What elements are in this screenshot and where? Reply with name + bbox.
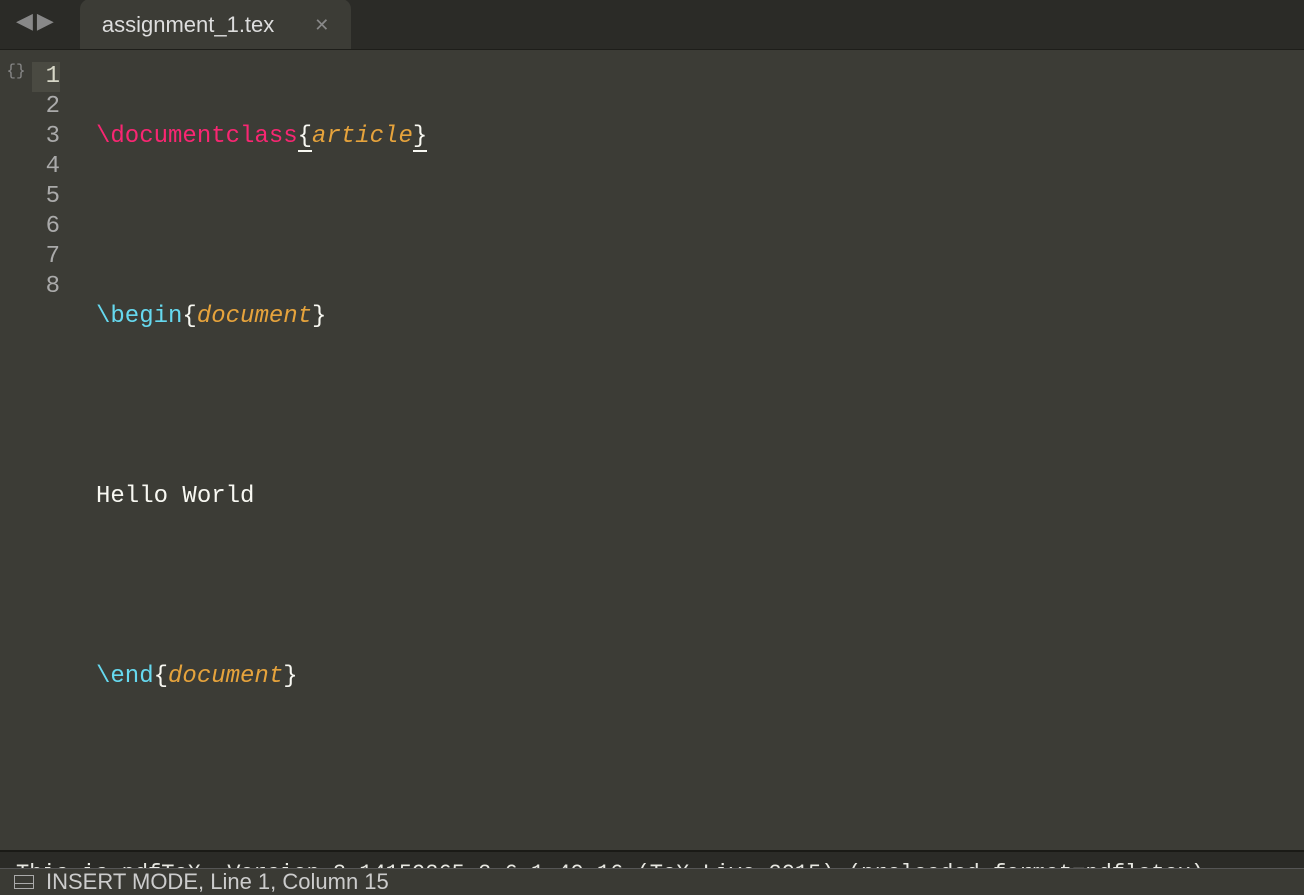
tab-active[interactable]: assignment_1.tex ✕: [80, 0, 352, 49]
code-fold-gutter[interactable]: {}: [0, 50, 32, 842]
panel-toggle-icon[interactable]: [14, 875, 34, 889]
tab-nav-back-icon[interactable]: ◀: [16, 9, 33, 35]
code-line[interactable]: \documentclass{article}: [96, 122, 1304, 152]
code-fold-icon[interactable]: {}: [6, 62, 25, 842]
tab-nav-arrows: ◀ ▶: [8, 9, 62, 49]
line-number: 1: [32, 62, 60, 92]
code-line[interactable]: [96, 212, 1304, 242]
code-line[interactable]: [96, 752, 1304, 782]
tab-title: assignment_1.tex: [102, 12, 274, 38]
line-number-gutter: 1 2 3 4 5 6 7 8: [32, 50, 72, 842]
code-line[interactable]: [96, 392, 1304, 422]
line-number: 7: [32, 242, 60, 272]
tab-bar: ◀ ▶ assignment_1.tex ✕: [0, 0, 1304, 50]
build-output-panel[interactable]: This is pdfTeX, Version 3.14159265-2.6-1…: [0, 852, 1304, 868]
code-line[interactable]: Hello World: [96, 482, 1304, 512]
line-number: 3: [32, 122, 60, 152]
status-text: INSERT MODE, Line 1, Column 15: [46, 869, 389, 895]
line-number: 6: [32, 212, 60, 242]
tab-close-icon[interactable]: ✕: [314, 15, 329, 36]
editor-pane[interactable]: {} 1 2 3 4 5 6 7 8 \documentclass{articl…: [0, 50, 1304, 850]
status-bar: INSERT MODE, Line 1, Column 15: [0, 868, 1304, 895]
build-output-text: This is pdfTeX, Version 3.14159265-2.6-1…: [16, 861, 1204, 868]
line-number: 5: [32, 182, 60, 212]
code-area[interactable]: \documentclass{article} \begin{document}…: [72, 50, 1304, 842]
line-number: 4: [32, 152, 60, 182]
code-line[interactable]: \begin{document}: [96, 302, 1304, 332]
code-line[interactable]: [96, 572, 1304, 602]
tab-nav-forward-icon[interactable]: ▶: [37, 9, 54, 35]
line-number: 8: [32, 272, 60, 302]
line-number: 2: [32, 92, 60, 122]
code-line[interactable]: \end{document}: [96, 662, 1304, 692]
